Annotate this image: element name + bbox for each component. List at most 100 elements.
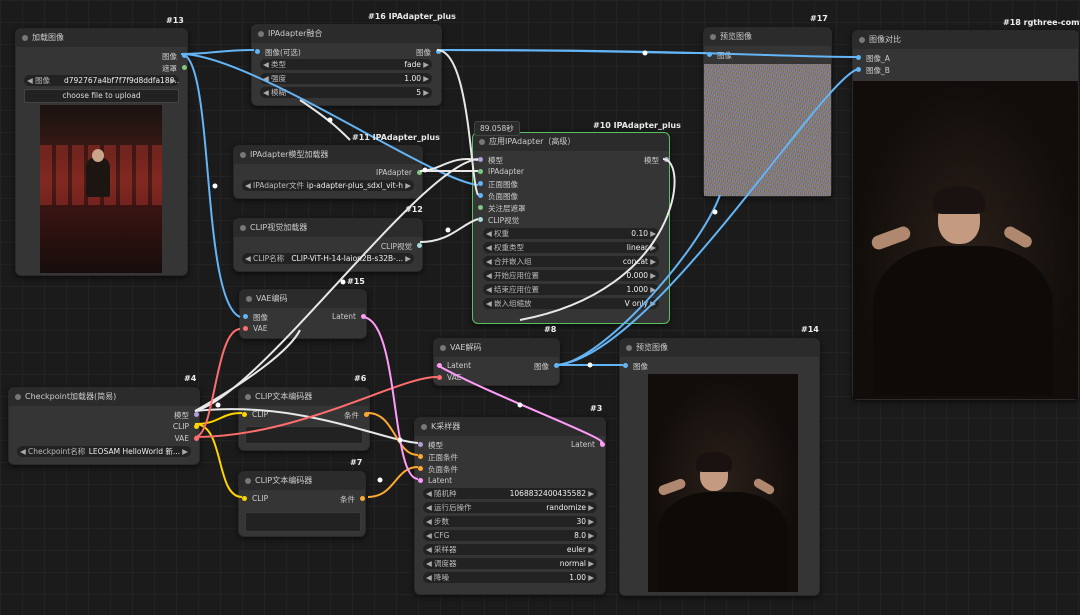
input-clip[interactable]: CLIP (242, 410, 268, 419)
input-attn-mask[interactable]: 关注层遮罩 (478, 203, 526, 214)
widget-blur[interactable]: ◀ 模糊 5 ▶ (260, 87, 432, 98)
clip-vision-loader-node[interactable]: CLIP视觉加载器 CLIP视觉 ◀ CLIP名称 CLIP-ViT-H-14-la… (233, 218, 423, 272)
wire-latent (361, 316, 419, 480)
widget-end-at[interactable]: ◀ 结束应用位置 1.000 ▶ (483, 284, 659, 295)
widget-embeds-scaling[interactable]: ◀ 嵌入组缩放 V only ▶ (483, 298, 659, 309)
output-ipadapter[interactable]: IPAdapter (376, 168, 422, 177)
node-id-13: #13 (166, 16, 184, 25)
output-model[interactable]: 模型 (174, 410, 199, 421)
input-vae[interactable]: VAE (437, 373, 462, 382)
widget-weight[interactable]: ◀ 权重 0.10 ▶ (483, 228, 659, 239)
compare-image[interactable] (853, 81, 1078, 399)
wire-clip (194, 423, 243, 498)
node-title: Checkpoint加载器(简易) (25, 392, 117, 401)
wire-image (180, 53, 241, 318)
widget-start-at[interactable]: ◀ 开始应用位置 0.000 ▶ (483, 270, 659, 281)
clip-text-encode-node-7[interactable]: CLIP文本编码器 CLIP 条件 (238, 471, 366, 537)
wire-image (436, 49, 707, 54)
node-title: 预览图像 (636, 343, 668, 352)
preview-image-node-14[interactable]: 预览图像 图像 (619, 338, 820, 596)
widget-sampler[interactable]: ◀ 采样器 euler ▶ (423, 544, 597, 555)
input-ipadapter[interactable]: IPAdapter (478, 167, 524, 176)
output-preview-image[interactable] (648, 374, 798, 592)
wire-conditioning (367, 412, 419, 456)
node-id-18: #18 rgthree-comfy (1003, 18, 1080, 27)
widget-steps[interactable]: ◀ 步数 30 ▶ (423, 516, 597, 527)
node-title: CLIP文本编码器 (255, 476, 313, 485)
upload-button[interactable]: choose file to upload (24, 89, 179, 103)
output-latent[interactable]: Latent (571, 440, 605, 449)
output-image[interactable]: 图像 (534, 361, 559, 372)
wire-image (180, 49, 255, 55)
arrow-right-icon[interactable]: ▶ (170, 75, 176, 86)
input-image-preview (40, 105, 162, 273)
node-id-3: #3 (590, 404, 603, 413)
ksampler-node[interactable]: K采样器 Latent 模型 正面条件 负面条件 Latent ◀ 随机种 1068… (414, 417, 606, 595)
output-clip[interactable]: CLIP (173, 422, 199, 431)
apply-ipadapter-node[interactable]: 应用IPAdapter（高级） 模型 模型 IPAdapter 正面图像 负面图… (472, 132, 670, 324)
clip-text-encode-node-6[interactable]: CLIP文本编码器 CLIP 条件 (238, 387, 370, 451)
arrow-left-icon[interactable]: ◀ (27, 75, 33, 86)
input-positive-image[interactable]: 正面图像 (478, 179, 518, 190)
ipadapter-file-widget[interactable]: ◀ IPAdapter文件 ip-adapter-plus_sdxl_vit-h ▶ (242, 180, 414, 191)
clip-name-widget[interactable]: ◀ CLIP名称 CLIP-ViT-H-14-laion2B-s32B-... ▶ (242, 253, 414, 264)
input-positive[interactable]: 正面条件 (418, 452, 458, 463)
node-id-4: #4 (184, 374, 197, 383)
widget-weight-type[interactable]: ◀ 权重类型 linear ▶ (483, 242, 659, 253)
vae-decode-node[interactable]: VAE解码 Latent VAE 图像 (433, 338, 560, 386)
prompt-textarea[interactable] (245, 512, 361, 532)
checkpoint-loader-node[interactable]: Checkpoint加载器(简易) 模型 CLIP VAE ◀ Checkpoin… (8, 387, 200, 465)
input-vae[interactable]: VAE (243, 324, 268, 333)
widget-denoise[interactable]: ◀ 降噪 1.00 ▶ (423, 572, 597, 583)
load-image-node[interactable]: 加载图像 图像 遮罩 ◀ 图像 d792767a4bf7f7f9d8ddfa18… (15, 28, 188, 276)
prompt-textarea[interactable] (245, 426, 363, 444)
input-latent[interactable]: Latent (418, 476, 452, 485)
output-clip-vision[interactable]: CLIP视觉 (381, 241, 422, 252)
input-image-optional[interactable]: 图像(可选) (255, 47, 301, 58)
ipadapter-tiled-node[interactable]: IPAdapter融合 图像(可选) 图像 ◀ 类型 fade ▶ ◀ 强度 1.00 ▶ … (251, 24, 442, 106)
preview-image-node-17[interactable]: 预览图像 图像 (703, 27, 832, 197)
node-id-12: #12 (405, 205, 423, 214)
node-id-7: #7 (350, 458, 363, 467)
input-image[interactable]: 图像 (707, 50, 732, 61)
execution-timer: 89.058秒 (474, 121, 520, 136)
input-negative-image[interactable]: 负面图像 (478, 191, 518, 202)
output-image[interactable]: 图像 (162, 51, 187, 62)
input-image[interactable]: 图像 (623, 361, 648, 372)
input-clip[interactable]: CLIP (242, 494, 268, 503)
input-image-b[interactable]: 图像_B (856, 65, 890, 76)
output-conditioning[interactable]: 条件 (344, 410, 369, 421)
node-title: CLIP视觉加载器 (250, 223, 308, 232)
input-clip-vision[interactable]: CLIP视觉 (478, 215, 519, 226)
input-image-a[interactable]: 图像_A (856, 53, 890, 64)
widget-seed[interactable]: ◀ 随机种 1068832400435582 ▶ (423, 488, 597, 499)
output-vae[interactable]: VAE (174, 434, 199, 443)
input-latent[interactable]: Latent (437, 361, 471, 370)
widget-control-after-generate[interactable]: ◀ 运行后操作 randomize ▶ (423, 502, 597, 513)
output-conditioning[interactable]: 条件 (340, 494, 365, 505)
widget-combine-embeds[interactable]: ◀ 合并嵌入组 concat ▶ (483, 256, 659, 267)
node-id-14: #14 (801, 325, 819, 334)
output-model[interactable]: 模型 (644, 155, 669, 166)
node-id-16: #16 IPAdapter_plus (368, 12, 456, 21)
input-model[interactable]: 模型 (418, 440, 443, 451)
input-model[interactable]: 模型 (478, 155, 503, 166)
output-latent[interactable]: Latent (332, 312, 366, 321)
ipadapter-loader-node[interactable]: IPAdapter模型加载器 IPAdapter ◀ IPAdapter文件 ip-… (233, 145, 423, 199)
wire-vae (194, 328, 241, 438)
widget-strength[interactable]: ◀ 强度 1.00 ▶ (260, 73, 432, 84)
output-mask[interactable]: 遮罩 (162, 63, 187, 74)
input-image[interactable]: 图像 (243, 312, 268, 323)
node-id-6: #6 (354, 374, 367, 383)
widget-cfg[interactable]: ◀ CFG 8.0 ▶ (423, 530, 597, 541)
wire-model (299, 99, 351, 141)
image-select-widget[interactable]: ◀ 图像 d792767a4bf7f7f9d8ddfa180... ▶ (24, 75, 179, 86)
vae-encode-node[interactable]: VAE编码 图像 VAE Latent (239, 289, 367, 339)
widget-scheduler[interactable]: ◀ 调度器 normal ▶ (423, 558, 597, 569)
image-compare-node[interactable]: 图像对比 图像_A 图像_B (852, 30, 1079, 400)
checkpoint-name-widget[interactable]: ◀ Checkpoint名称 LEOSAM HelloWorld 新... ▶ (17, 446, 191, 457)
widget-type[interactable]: ◀ 类型 fade ▶ (260, 59, 432, 70)
collapse-dot[interactable] (22, 35, 28, 41)
output-image[interactable]: 图像 (416, 47, 441, 58)
input-negative[interactable]: 负面条件 (418, 464, 458, 475)
